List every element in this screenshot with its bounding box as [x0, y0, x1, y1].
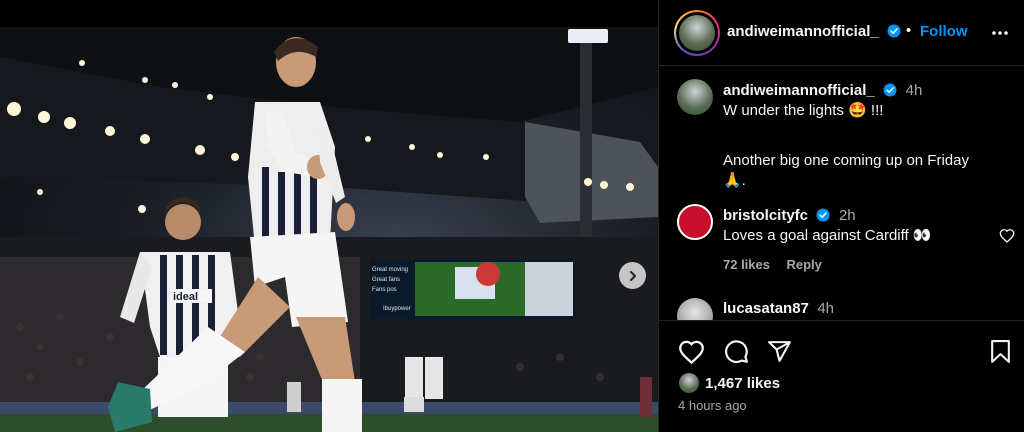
author-username[interactable]: andiweimannofficial_ [727, 23, 879, 40]
more-options-icon[interactable] [991, 24, 1009, 42]
verified-icon [816, 208, 830, 222]
post-side-panel: andiweimannofficial_ • Follow andiweiman… [658, 0, 1024, 432]
comment-text: Loves a goal against Cardiff 👀 [723, 227, 932, 244]
comment-username[interactable]: bristolcityfc [723, 207, 808, 224]
comment-username[interactable]: lucasatan87 [723, 300, 809, 317]
avatar [679, 373, 699, 393]
comments-list[interactable]: andiweimannofficial_ 4h W under the ligh… [659, 67, 1024, 320]
screen-text-4: Ibuypower [383, 306, 411, 312]
shirt-sponsor-text: ideal [173, 291, 198, 303]
post-caption: andiweimannofficial_ 4h W under the ligh… [659, 79, 1024, 189]
screen-text-3: Fans pos [372, 287, 397, 293]
caption-line-2: Another big one coming up on Friday [723, 152, 969, 169]
avatar[interactable] [677, 79, 713, 115]
match-photo: Great moving Great fans Fans pos Ibuypow… [0, 27, 658, 432]
comment-time: 2h [838, 207, 856, 224]
post-header: andiweimannofficial_ • Follow [659, 0, 1024, 66]
screen-text-2: Great fans [372, 277, 400, 283]
comment-item: lucasatan87 4h [659, 298, 1024, 320]
comment-item: bristolcityfc 2h Loves a goal against Ca… [659, 204, 1024, 274]
verified-icon [887, 24, 901, 38]
bookmark-icon[interactable] [989, 339, 1012, 364]
comment-icon[interactable] [723, 339, 749, 365]
author-username-header[interactable]: andiweimannofficial_ [727, 23, 901, 40]
caption-line-3: 🙏. [723, 172, 746, 189]
separator-dot: • [906, 22, 912, 39]
heart-icon[interactable] [999, 228, 1015, 244]
follow-button[interactable]: Follow [920, 23, 968, 40]
share-icon[interactable] [767, 339, 792, 364]
post-media[interactable]: Great moving Great fans Fans pos Ibuypow… [0, 27, 658, 432]
screen-text-1: Great moving [372, 267, 408, 273]
verified-icon [883, 83, 897, 97]
heart-icon[interactable] [678, 339, 705, 366]
likes-count[interactable]: 1,467 likes [705, 375, 780, 392]
caption-time: 4h [905, 82, 923, 99]
reply-button[interactable]: Reply [786, 257, 821, 272]
top-black-bar [0, 0, 658, 27]
carousel-next-button[interactable] [619, 262, 646, 289]
comment-likes[interactable]: 72 likes [723, 257, 770, 272]
caption-line-1: W under the lights 🤩 !!! [723, 102, 884, 119]
comment-time: 4h [817, 300, 835, 317]
avatar[interactable] [677, 298, 713, 320]
avatar[interactable] [679, 15, 715, 51]
post-timestamp: 4 hours ago [678, 398, 747, 413]
caption-username[interactable]: andiweimannofficial_ [723, 82, 875, 99]
avatar[interactable] [677, 204, 713, 240]
chevron-right-icon [629, 270, 636, 281]
